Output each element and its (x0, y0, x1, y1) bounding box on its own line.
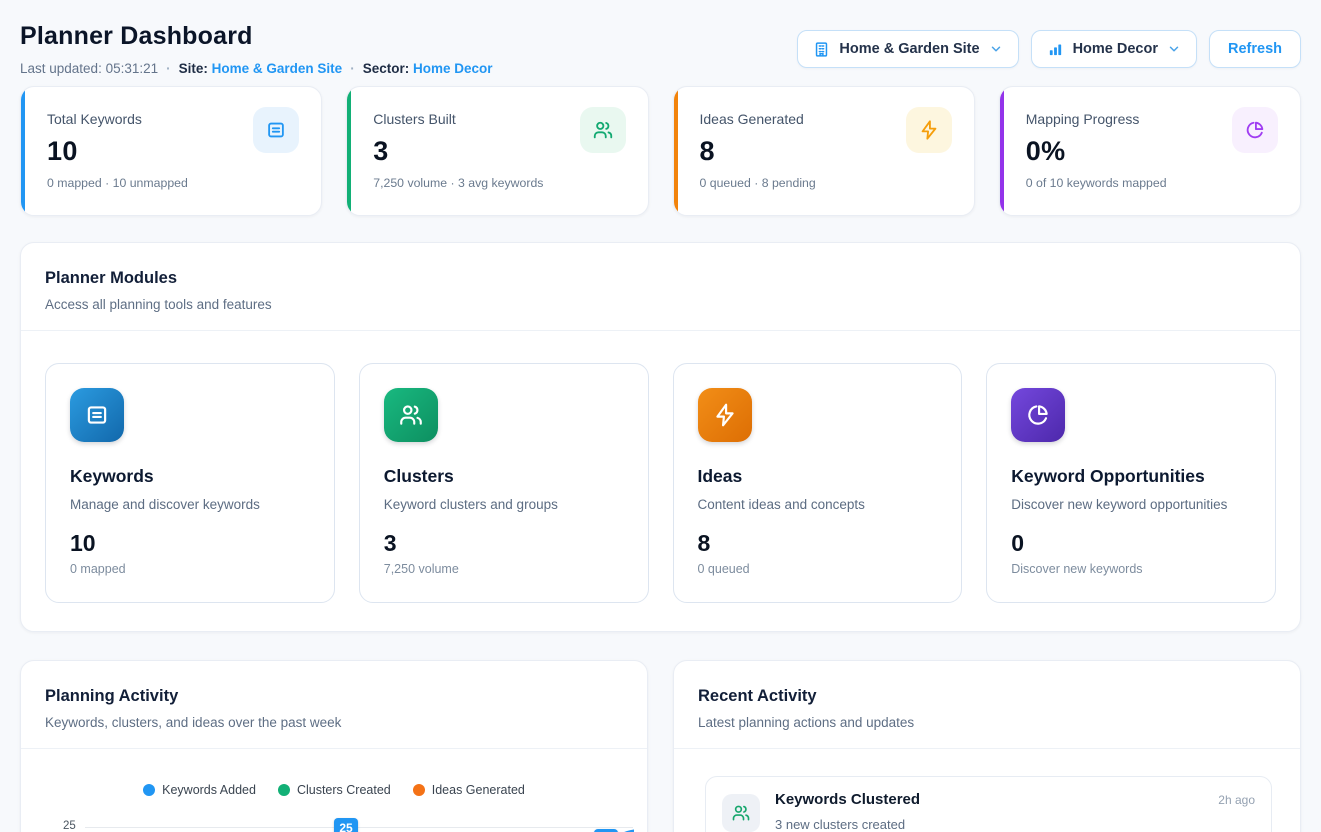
module-subtext: 0 mapped (70, 562, 310, 576)
data-point-label: 25 (334, 818, 358, 832)
module-card-keyword-opportunities[interactable]: Keyword Opportunities Discover new keywo… (986, 363, 1276, 603)
y-axis-tick: 25 (63, 820, 76, 832)
planning-activity-chart: Keywords Added Clusters Created Ideas Ge… (21, 783, 647, 832)
page-header: Planner Dashboard Last updated: 05:31:21… (20, 22, 1301, 76)
module-value: 0 (1011, 530, 1251, 557)
stat-subtext: 7,250 volume · 3 avg keywords (373, 176, 625, 190)
keywords-added-area-series (85, 805, 634, 832)
planner-modules-header: Planner Modules Access all planning tool… (21, 243, 1300, 331)
stat-card-mapping-progress[interactable]: Mapping Progress 0% 0 of 10 keywords map… (999, 86, 1301, 216)
module-card-keywords[interactable]: Keywords Manage and discover keywords 10… (45, 363, 335, 603)
stat-cards: Total Keywords 10 0 mapped · 10 unmapped… (20, 86, 1301, 216)
legend-dot-icon (413, 784, 425, 796)
sector-link[interactable]: Home Decor (413, 61, 493, 76)
activity-item-keywords-clustered[interactable]: Keywords Clustered 3 new clusters create… (705, 776, 1272, 832)
activity-title: Keywords Clustered (775, 791, 1203, 808)
recent-activity-list: Keywords Clustered 3 new clusters create… (674, 749, 1300, 832)
section-subtitle: Keywords, clusters, and ideas over the p… (45, 715, 623, 730)
module-description: Content ideas and concepts (698, 497, 938, 512)
legend-dot-icon (143, 784, 155, 796)
module-description: Manage and discover keywords (70, 497, 310, 512)
document-lines-icon (70, 388, 124, 442)
chevron-down-icon (989, 42, 1003, 56)
module-value: 10 (70, 530, 310, 557)
refresh-button[interactable]: Refresh (1209, 30, 1301, 68)
module-title: Keywords (70, 466, 310, 487)
legend-ideas-generated[interactable]: Ideas Generated (413, 783, 525, 797)
modules-grid: Keywords Manage and discover keywords 10… (21, 331, 1300, 631)
users-icon (722, 794, 760, 832)
module-value: 3 (384, 530, 624, 557)
sector-label: Sector: (363, 61, 410, 76)
zap-icon (906, 107, 952, 153)
activity-description: 3 new clusters created (775, 817, 1203, 832)
stat-subtext: 0 queued · 8 pending (700, 176, 952, 190)
zap-icon (698, 388, 752, 442)
stat-card-clusters-built[interactable]: Clusters Built 3 7,250 volume · 3 avg ke… (346, 86, 648, 216)
section-subtitle: Access all planning tools and features (45, 297, 1276, 312)
stat-subtext: 0 of 10 keywords mapped (1026, 176, 1278, 190)
module-subtext: Discover new keywords (1011, 562, 1251, 576)
activity-timestamp: 2h ago (1218, 793, 1255, 807)
legend-clusters-created[interactable]: Clusters Created (278, 783, 391, 797)
planning-activity-panel: Planning Activity Keywords, clusters, an… (20, 660, 648, 832)
section-title: Recent Activity (698, 687, 1276, 706)
site-link[interactable]: Home & Garden Site (212, 61, 343, 76)
module-card-clusters[interactable]: Clusters Keyword clusters and groups 3 7… (359, 363, 649, 603)
module-subtext: 0 queued (698, 562, 938, 576)
module-description: Discover new keyword opportunities (1011, 497, 1251, 512)
stat-card-total-keywords[interactable]: Total Keywords 10 0 mapped · 10 unmapped (20, 86, 322, 216)
users-icon (384, 388, 438, 442)
chevron-down-icon (1167, 42, 1181, 56)
stat-subtext: 0 mapped · 10 unmapped (47, 176, 299, 190)
toolbar: Home & Garden Site Home Decor Refresh (797, 30, 1301, 68)
chart-legend: Keywords Added Clusters Created Ideas Ge… (21, 783, 647, 797)
bottom-row: Planning Activity Keywords, clusters, an… (20, 660, 1301, 832)
module-card-ideas[interactable]: Ideas Content ideas and concepts 8 0 que… (673, 363, 963, 603)
site-selector[interactable]: Home & Garden Site (797, 30, 1018, 68)
module-title: Ideas (698, 466, 938, 487)
users-icon (580, 107, 626, 153)
section-title: Planner Modules (45, 269, 1276, 288)
stat-card-ideas-generated[interactable]: Ideas Generated 8 0 queued · 8 pending (673, 86, 975, 216)
last-updated: Last updated: 05:31:21 (20, 61, 158, 76)
module-title: Clusters (384, 466, 624, 487)
section-title: Planning Activity (45, 687, 623, 706)
sector-selector[interactable]: Home Decor (1031, 30, 1197, 68)
legend-dot-icon (278, 784, 290, 796)
module-subtext: 7,250 volume (384, 562, 624, 576)
building-icon (813, 41, 830, 58)
page-meta: Last updated: 05:31:21 · Site: Home & Ga… (20, 61, 493, 76)
pie-chart-icon (1232, 107, 1278, 153)
planning-activity-header: Planning Activity Keywords, clusters, an… (21, 661, 647, 749)
legend-keywords-added[interactable]: Keywords Added (143, 783, 256, 797)
chart-plot-area: 25 25 24 (21, 805, 647, 832)
page-title: Planner Dashboard (20, 22, 493, 51)
module-value: 8 (698, 530, 938, 557)
module-title: Keyword Opportunities (1011, 466, 1251, 487)
pie-chart-icon (1011, 388, 1065, 442)
section-subtitle: Latest planning actions and updates (698, 715, 1276, 730)
recent-activity-panel: Recent Activity Latest planning actions … (673, 660, 1301, 832)
planner-modules-panel: Planner Modules Access all planning tool… (20, 242, 1301, 632)
site-label: Site: (179, 61, 208, 76)
document-lines-icon (253, 107, 299, 153)
bar-chart-icon (1047, 41, 1064, 58)
recent-activity-header: Recent Activity Latest planning actions … (674, 661, 1300, 749)
module-description: Keyword clusters and groups (384, 497, 624, 512)
